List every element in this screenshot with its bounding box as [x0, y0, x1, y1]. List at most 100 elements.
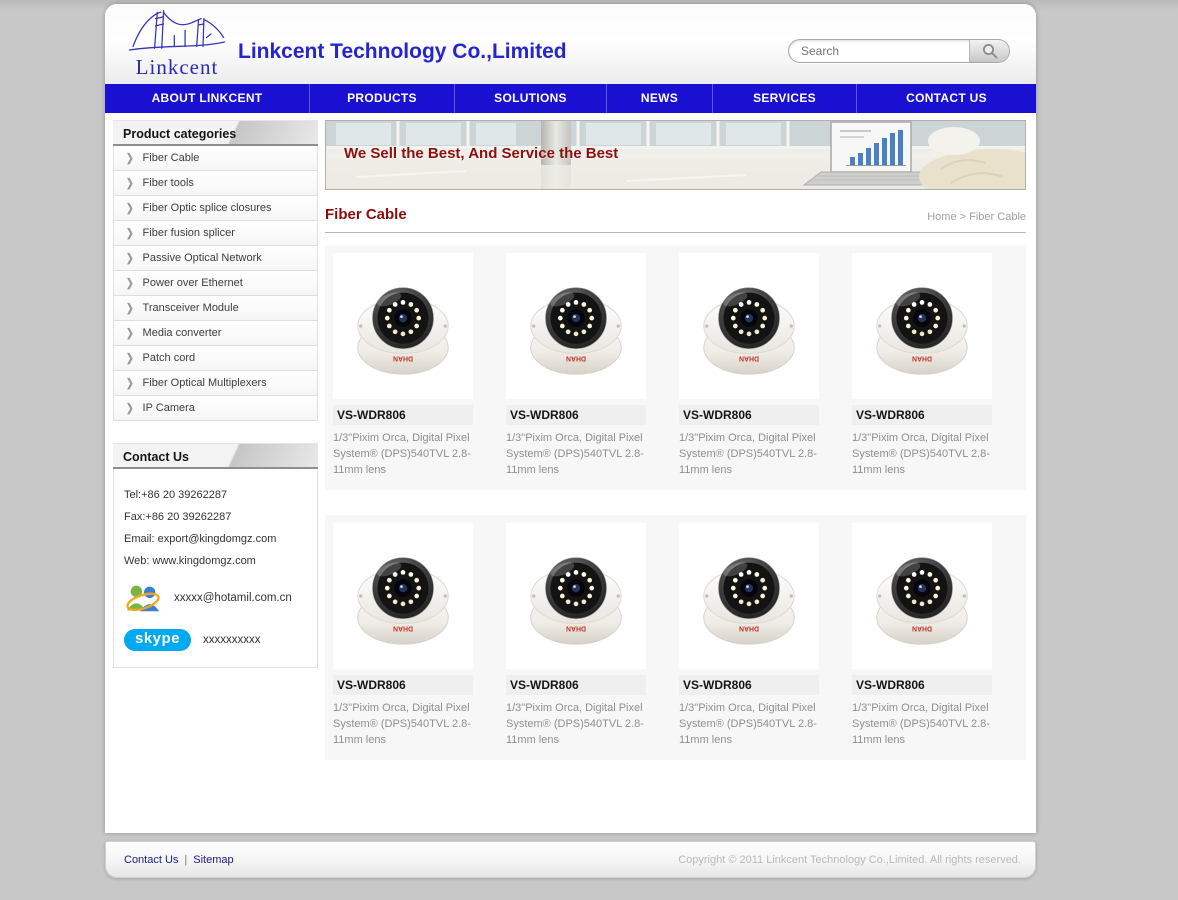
category-label: Transceiver Module [143, 302, 239, 314]
contact-box: Tel:+86 20 39262287 Fax:+86 20 39262287 … [113, 469, 318, 668]
product-card: VS-WDR806 1/3"Pixim Orca, Digital Pixel … [852, 523, 1025, 748]
nav-solutions[interactable]: SOLUTIONS [455, 84, 607, 113]
chevron-right-icon: ❯ [126, 151, 134, 164]
sidebar-item-fiber-tools[interactable]: ❯Fiber tools [114, 171, 317, 196]
product-name-link[interactable]: VS-WDR806 [506, 405, 646, 425]
category-label: Patch cord [143, 352, 196, 364]
product-name-link[interactable]: VS-WDR806 [333, 675, 473, 695]
nav-contact[interactable]: CONTACT US [857, 84, 1036, 113]
dome-camera-icon [690, 537, 808, 655]
product-image[interactable] [506, 253, 646, 399]
msn-address: xxxxx@hotamil.com.cn [174, 592, 292, 604]
product-description: 1/3"Pixim Orca, Digital Pixel System® (D… [506, 700, 648, 748]
dome-camera-icon [344, 537, 462, 655]
nav-about[interactable]: ABOUT LINKCENT [105, 84, 310, 113]
search-button[interactable] [969, 40, 1009, 62]
sidebar-item-optical-multiplexers[interactable]: ❯ Fiber Optical Multiplexers [114, 371, 317, 396]
sidebar-item-patch-cord[interactable]: ❯ Patch cord [114, 346, 317, 371]
nav-news[interactable]: NEWS [607, 84, 713, 113]
chevron-right-icon: ❯ [126, 351, 134, 364]
skype-id: xxxxxxxxxx [203, 634, 261, 646]
contact-fax: Fax:+86 20 39262287 [124, 511, 311, 523]
dome-camera-icon [517, 537, 635, 655]
category-label: Fiber tools [143, 177, 194, 189]
main-nav: ABOUT LINKCENT PRODUCTS SOLUTIONS NEWS S… [105, 84, 1036, 113]
product-card: VS-WDR806 1/3"Pixim Orca, Digital Pixel … [333, 253, 506, 478]
product-description: 1/3"Pixim Orca, Digital Pixel System® (D… [506, 430, 648, 478]
chevron-right-icon: ❯ [126, 326, 134, 339]
product-image[interactable] [333, 523, 473, 669]
sidebar-item-transceiver-module[interactable]: ❯Transceiver Module [114, 296, 317, 321]
dome-camera-icon [690, 267, 808, 385]
contact-header: Contact Us [113, 443, 318, 469]
search-input[interactable] [789, 40, 969, 62]
breadcrumb: Home > Fiber Cable [927, 211, 1026, 223]
product-card: VS-WDR806 1/3"Pixim Orca, Digital Pixel … [506, 253, 679, 478]
product-name-link[interactable]: VS-WDR806 [679, 405, 819, 425]
chevron-right-icon: ❯ [126, 226, 134, 239]
company-title: Linkcent Technology Co.,Limited [238, 40, 567, 64]
product-image[interactable] [679, 523, 819, 669]
product-card: VS-WDR806 1/3"Pixim Orca, Digital Pixel … [679, 253, 852, 478]
product-image[interactable] [506, 523, 646, 669]
product-row-2: VS-WDR806 1/3"Pixim Orca, Digital Pixel … [325, 515, 1026, 760]
product-name-link[interactable]: VS-WDR806 [679, 675, 819, 695]
footer-contact-link[interactable]: Contact Us [124, 854, 178, 866]
category-label: Fiber fusion splicer [143, 227, 235, 239]
site-logo[interactable]: Linkcent [117, 7, 237, 82]
product-name-link[interactable]: VS-WDR806 [852, 675, 992, 695]
sidebar-item-passive-optical-network[interactable]: ❯Passive Optical Network [114, 246, 317, 271]
sidebar-item-fusion-splicer[interactable]: ❯ Fiber fusion splicer [114, 221, 317, 246]
product-image[interactable] [852, 523, 992, 669]
product-card: VS-WDR806 1/3"Pixim Orca, Digital Pixel … [679, 523, 852, 748]
categories-header: Product categories [113, 120, 318, 146]
product-card: VS-WDR806 1/3"Pixim Orca, Digital Pixel … [852, 253, 1025, 478]
breadcrumb-home-link[interactable]: Home [927, 211, 956, 223]
nav-products[interactable]: PRODUCTS [310, 84, 455, 113]
product-image[interactable] [679, 253, 819, 399]
search-icon [981, 42, 999, 60]
contact-tel: Tel:+86 20 39262287 [124, 489, 311, 501]
logo-text: Linkcent [117, 55, 237, 80]
product-name-link[interactable]: VS-WDR806 [333, 405, 473, 425]
category-label: Power over Ethernet [143, 277, 243, 289]
product-description: 1/3"Pixim Orca, Digital Pixel System® (D… [852, 430, 994, 478]
site-header: Linkcent Linkcent Technology Co.,Limited [105, 4, 1036, 84]
contact-email: Email: export@kingdomgz.com [124, 533, 311, 545]
chevron-right-icon: ❯ [126, 201, 134, 214]
category-label: Fiber Optical Multiplexers [143, 377, 267, 389]
page-title: Fiber Cable [325, 206, 407, 223]
breadcrumb-current: Fiber Cable [969, 211, 1026, 223]
nav-services[interactable]: SERVICES [713, 84, 857, 113]
breadcrumb-separator: > [960, 211, 966, 223]
product-name-link[interactable]: VS-WDR806 [506, 675, 646, 695]
product-description: 1/3"Pixim Orca, Digital Pixel System® (D… [679, 430, 821, 478]
sidebar-item-fiber-cable[interactable]: ❯Fiber Cable [114, 146, 317, 171]
product-description: 1/3"Pixim Orca, Digital Pixel System® (D… [333, 700, 475, 748]
product-description: 1/3"Pixim Orca, Digital Pixel System® (D… [852, 700, 994, 748]
product-card: VS-WDR806 1/3"Pixim Orca, Digital Pixel … [333, 523, 506, 748]
sidebar-item-ip-camera[interactable]: ❯IP Camera [114, 396, 317, 421]
category-label: Media converter [143, 327, 222, 339]
product-description: 1/3"Pixim Orca, Digital Pixel System® (D… [333, 430, 475, 478]
chevron-right-icon: ❯ [126, 401, 134, 414]
chevron-right-icon: ❯ [126, 276, 134, 289]
dome-camera-icon [863, 537, 981, 655]
dome-camera-icon [863, 267, 981, 385]
product-image[interactable] [852, 253, 992, 399]
product-name-link[interactable]: VS-WDR806 [852, 405, 992, 425]
banner-slogan: We Sell the Best, And Service the Best [344, 145, 618, 162]
search-box [788, 39, 1010, 63]
footer-copyright: Copyright © 2011 Linkcent Technology Co.… [678, 854, 1021, 866]
sidebar: Product categories ❯Fiber Cable ❯Fiber t… [113, 120, 318, 668]
category-label: Fiber Optic splice closures [143, 202, 272, 214]
sidebar-item-media-converter[interactable]: ❯ Media converter [114, 321, 317, 346]
bridge-logo-icon [127, 7, 227, 59]
skype-icon: skype [124, 629, 191, 651]
chevron-right-icon: ❯ [126, 376, 134, 389]
footer-sitemap-link[interactable]: Sitemap [193, 854, 233, 866]
sidebar-item-power-over-ethernet[interactable]: ❯ Power over Ethernet [114, 271, 317, 296]
sidebar-item-splice-closures[interactable]: ❯ Fiber Optic splice closures [114, 196, 317, 221]
product-image[interactable] [333, 253, 473, 399]
content-panel: Linkcent Linkcent Technology Co.,Limited… [105, 4, 1036, 833]
